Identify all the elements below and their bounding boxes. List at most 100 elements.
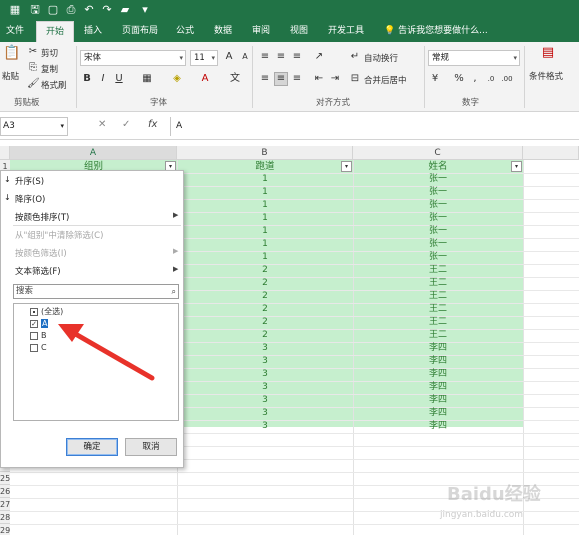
phonetic-icon[interactable]: 文	[228, 72, 242, 86]
name-box[interactable]: A3 ▾	[0, 117, 68, 136]
filter-dropdown-b-icon[interactable]: ▾	[341, 161, 352, 172]
cell-name[interactable]: 张一	[353, 225, 523, 238]
cell-lane[interactable]: 1	[177, 186, 353, 199]
cut-icon[interactable]: ✂	[26, 45, 40, 59]
wrap-text-icon[interactable]: ↵	[348, 50, 362, 64]
cell-name[interactable]: 李四	[353, 381, 523, 394]
conditional-format-icon[interactable]: ▤	[538, 46, 558, 66]
new-file-icon[interactable]: ▢	[46, 3, 60, 17]
row-header[interactable]: 26	[0, 485, 10, 498]
tab-file[interactable]: 文件	[0, 21, 30, 42]
cell-name[interactable]: 张一	[353, 186, 523, 199]
align-bottom-icon[interactable]: ≡	[290, 50, 304, 64]
align-center-icon[interactable]: ≡	[274, 72, 288, 86]
column-header-d[interactable]	[523, 146, 579, 160]
copy-button[interactable]: 复制	[41, 63, 58, 75]
row-header[interactable]: 28	[0, 511, 10, 524]
cell-lane[interactable]: 3	[177, 355, 353, 368]
paste-button[interactable]: 粘贴	[2, 70, 19, 82]
ok-button[interactable]: 确定	[66, 438, 118, 456]
copy-icon[interactable]: ⎘	[26, 61, 40, 75]
align-left-icon[interactable]: ≡	[258, 72, 272, 86]
number-format-select[interactable]: 常规 ▾	[428, 50, 520, 66]
option-row-b[interactable]: B	[30, 330, 47, 341]
sort-descending-item[interactable]: 降序(O)	[15, 193, 45, 205]
header-cell-lane[interactable]: 跑道	[177, 160, 353, 173]
open-folder-icon[interactable]: ▰	[118, 3, 132, 17]
option-row-c[interactable]: C	[30, 342, 47, 353]
tab-review[interactable]: 审阅	[246, 21, 276, 42]
checkbox-select-all[interactable]	[30, 307, 38, 316]
merge-center-button[interactable]: 合并后居中	[364, 74, 407, 86]
conditional-format-button[interactable]: 条件格式	[529, 70, 563, 82]
increase-indent-icon[interactable]: ⇥	[328, 72, 342, 86]
comma-icon[interactable]: ,	[468, 72, 482, 86]
cell-name[interactable]: 张一	[353, 238, 523, 251]
tab-formulas[interactable]: 公式	[170, 21, 200, 42]
font-size-select[interactable]: 11 ▾	[190, 50, 218, 66]
cell-lane[interactable]: 3	[177, 394, 353, 407]
italic-button[interactable]: I	[96, 72, 110, 86]
cell-lane[interactable]: 2	[177, 329, 353, 342]
cell-name[interactable]: 张一	[353, 199, 523, 212]
clear-filter-item[interactable]: 从"组别"中清除筛选(C)	[15, 229, 103, 241]
cell-name[interactable]: 王二	[353, 329, 523, 342]
undo-icon[interactable]: ↶	[82, 3, 96, 17]
cell-lane[interactable]: 1	[177, 225, 353, 238]
sort-by-color-item[interactable]: 按颜色排序(T)	[15, 211, 69, 223]
checkbox-option-a[interactable]: ✓	[30, 319, 38, 328]
filter-search-input[interactable]: 搜索 ⌕	[13, 284, 179, 299]
row-header[interactable]: 29	[0, 524, 10, 535]
option-row-a[interactable]: ✓ A	[30, 318, 49, 329]
cell-lane[interactable]: 3	[177, 342, 353, 355]
cell-lane[interactable]: 3	[177, 381, 353, 394]
tab-developer[interactable]: 开发工具	[322, 21, 370, 42]
increase-decimal-icon[interactable]: .0	[484, 72, 498, 86]
decrease-indent-icon[interactable]: ⇤	[312, 72, 326, 86]
align-top-icon[interactable]: ≡	[258, 50, 272, 64]
align-middle-icon[interactable]: ≡	[274, 50, 288, 64]
format-painter-button[interactable]: 格式刷	[41, 79, 67, 91]
row-header[interactable]: 27	[0, 498, 10, 511]
checkbox-option-c[interactable]	[30, 343, 38, 352]
cell-lane[interactable]: 1	[177, 212, 353, 225]
cell-name[interactable]: 王二	[353, 277, 523, 290]
cell-lane[interactable]: 3	[177, 407, 353, 420]
cell-name[interactable]: 张一	[353, 173, 523, 186]
tab-home[interactable]: 开始	[36, 21, 74, 42]
merge-center-icon[interactable]: ⊟	[348, 72, 362, 86]
cell-name[interactable]: 李四	[353, 355, 523, 368]
decrease-decimal-icon[interactable]: .00	[500, 72, 514, 86]
cell-lane[interactable]: 2	[177, 316, 353, 329]
font-color-icon[interactable]: A	[198, 72, 212, 86]
print-preview-icon[interactable]: ⎙	[64, 3, 78, 17]
cell-name[interactable]: 李四	[353, 368, 523, 381]
cell-lane[interactable]: 1	[177, 173, 353, 186]
wrap-text-button[interactable]: 自动换行	[364, 52, 398, 64]
percent-icon[interactable]: %	[452, 72, 466, 86]
font-name-select[interactable]: 宋体 ▾	[80, 50, 186, 66]
cell-name[interactable]: 李四	[353, 407, 523, 420]
bold-button[interactable]: B	[80, 72, 94, 86]
orientation-icon[interactable]: ↗	[312, 50, 326, 64]
cell-name[interactable]: 李四	[353, 394, 523, 407]
cell-lane[interactable]: 2	[177, 303, 353, 316]
cell-name[interactable]: 李四	[353, 420, 523, 433]
tab-data[interactable]: 数据	[208, 21, 238, 42]
cell-name[interactable]: 王二	[353, 290, 523, 303]
checkbox-option-b[interactable]	[30, 331, 38, 340]
column-header-c[interactable]: C	[353, 146, 523, 160]
cell-lane[interactable]: 2	[177, 264, 353, 277]
cell-name[interactable]: 张一	[353, 251, 523, 264]
redo-icon[interactable]: ↷	[100, 3, 114, 17]
sort-ascending-item[interactable]: 升序(S)	[15, 175, 44, 187]
formula-input[interactable]: A	[170, 117, 579, 136]
filter-dropdown-c-icon[interactable]: ▾	[511, 161, 522, 172]
cancel-button[interactable]: 取消	[125, 438, 177, 456]
cell-lane[interactable]: 3	[177, 420, 353, 433]
select-all-corner[interactable]	[0, 146, 10, 160]
cell-name[interactable]: 王二	[353, 303, 523, 316]
enter-icon[interactable]: ✓	[122, 119, 130, 130]
column-header-b[interactable]: B	[177, 146, 353, 160]
border-icon[interactable]: ▦	[140, 72, 154, 86]
